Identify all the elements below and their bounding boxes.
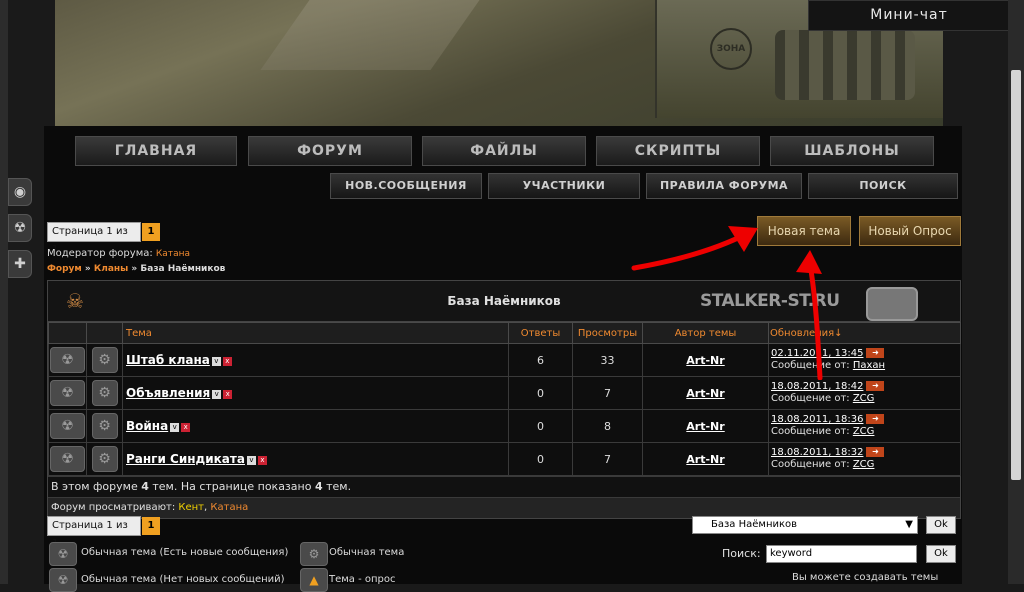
nav-templates[interactable]: ШАБЛОНЫ <box>770 136 934 166</box>
legend-text: Тема - опрос <box>329 574 396 585</box>
delete-icon[interactable]: x <box>257 455 267 465</box>
breadcrumb-clans[interactable]: Кланы <box>94 264 128 274</box>
moderator-line: Модератор форума: Катана <box>47 248 190 259</box>
nav-home[interactable]: ГЛАВНАЯ <box>75 136 237 166</box>
last-post-user[interactable]: ZCG <box>853 459 875 470</box>
page-1-button-bottom[interactable]: 1 <box>142 517 160 535</box>
left-panel <box>0 0 8 584</box>
viewer-link[interactable]: Кент <box>178 502 204 513</box>
goto-last-post-icon[interactable]: ➜ <box>866 414 885 424</box>
topic-link[interactable]: Война <box>126 419 168 433</box>
delete-icon[interactable]: x <box>223 389 233 399</box>
goto-last-post-icon[interactable]: ➜ <box>866 348 885 358</box>
nav-files[interactable]: ФАЙЛЫ <box>422 136 586 166</box>
chevron-down-icon: ▼ <box>905 519 913 530</box>
legend-text: Обычная тема (Есть новые сообщения) <box>81 547 289 558</box>
topic-type-icon: ⚙ <box>91 347 118 373</box>
radiation-icon[interactable]: ☢ <box>8 214 32 242</box>
jump-ok-button[interactable]: Ok <box>926 516 956 534</box>
new-poll-button[interactable]: Новый Опрос <box>859 216 961 246</box>
col-replies[interactable]: Ответы <box>508 322 573 344</box>
breadcrumb-current: База Наёмников <box>140 264 226 274</box>
mark-icon[interactable]: v <box>212 389 222 399</box>
topic-status-icon: ☢ <box>50 347 85 373</box>
page-1-button[interactable]: 1 <box>142 223 160 241</box>
side-toolbar: ◉ ☢ ✚ <box>8 178 32 286</box>
topic-status-icon: ☢ <box>50 446 85 472</box>
zona-badge: ЗОНА <box>710 28 752 70</box>
last-post-date[interactable]: 18.08.2011, 18:36 <box>771 414 863 425</box>
mark-icon[interactable]: v <box>211 356 221 366</box>
permissions-text: Вы можете создавать темы <box>792 572 939 583</box>
col-topic[interactable]: Тема <box>122 322 509 344</box>
moderator-name[interactable]: Катана <box>156 249 190 259</box>
author-link[interactable]: Art-Nr <box>642 376 769 410</box>
last-post-user[interactable]: ZCG <box>853 393 875 404</box>
nav-new-posts[interactable]: НОВ.СООБЩЕНИЯ <box>330 173 482 199</box>
nav-search[interactable]: ПОИСК <box>808 173 958 199</box>
viewers-line: Форум просматривают: Кент, Катана <box>48 497 960 518</box>
topic-link[interactable]: Штаб клана <box>126 353 210 367</box>
last-post-user[interactable]: ZCG <box>853 426 875 437</box>
forum-jump-select[interactable]: База Наёмников ▼ <box>692 516 918 534</box>
topic-status-icon: ☢ <box>50 380 85 406</box>
topic-type-icon: ⚙ <box>91 413 118 439</box>
last-post-date[interactable]: 18.08.2011, 18:32 <box>771 447 863 458</box>
goto-last-post-icon[interactable]: ➜ <box>866 447 885 457</box>
pagination-label: Страница 1 из 1 <box>47 222 141 255</box>
forum-summary: В этом форуме 4 тем. На странице показан… <box>48 476 960 497</box>
table-row: ☢ ⚙ Ранги Синдиката v x 0 7 Art-Nr 18.08.2… <box>48 442 961 476</box>
table-row: ☢ ⚙ Война v x 0 8 Art-Nr 18.08.2011, 18:36… <box>48 409 961 443</box>
author-link[interactable]: Art-Nr <box>642 409 769 443</box>
search-input[interactable]: keyword <box>766 545 917 563</box>
table-row: ☢ ⚙ Объявления v x 0 7 Art-Nr 18.08.2011, … <box>48 376 961 410</box>
legend-text: Обычная тема <box>329 547 405 558</box>
topic-status-icon: ☢ <box>50 413 85 439</box>
mark-icon[interactable]: v <box>246 455 256 465</box>
goto-last-post-icon[interactable]: ➜ <box>866 381 885 391</box>
last-post-user[interactable]: Пахан <box>853 360 885 371</box>
eye-icon[interactable]: ◉ <box>8 178 32 206</box>
legend-normal-icon: ⚙ <box>300 542 328 566</box>
moderator-label: Модератор форума: <box>47 248 153 259</box>
mark-icon[interactable]: v <box>170 422 180 432</box>
last-post-date[interactable]: 18.08.2011, 18:42 <box>771 381 863 392</box>
nav-members[interactable]: УЧАСТНИКИ <box>488 173 640 199</box>
nav-rules[interactable]: ПРАВИЛА ФОРУМА <box>646 173 802 199</box>
nav-forum[interactable]: ФОРУМ <box>248 136 412 166</box>
legend-new-icon: ☢ <box>49 542 77 566</box>
search-label: Поиск: <box>722 547 761 560</box>
legend-poll-icon: ▲ <box>300 568 328 592</box>
legend-text: Обычная тема (Нет новых сообщений) <box>81 574 285 585</box>
delete-icon[interactable]: x <box>222 356 232 366</box>
topic-link[interactable]: Объявления <box>126 386 210 400</box>
breadcrumb-forum[interactable]: Форум <box>47 264 82 274</box>
search-ok-button[interactable]: Ok <box>926 545 956 563</box>
plus-icon[interactable]: ✚ <box>8 250 32 278</box>
topic-type-icon: ⚙ <box>91 446 118 472</box>
scrollbar-thumb[interactable] <box>1011 70 1021 480</box>
nav-scripts[interactable]: СКРИПТЫ <box>596 136 760 166</box>
minichat-tab[interactable]: Мини-чат <box>808 0 1010 31</box>
legend-old-icon: ☢ <box>49 568 77 592</box>
viewer-link[interactable]: Катана <box>210 502 248 513</box>
device-icon <box>866 287 918 321</box>
author-link[interactable]: Art-Nr <box>642 442 769 476</box>
delete-icon[interactable]: x <box>181 422 191 432</box>
topic-link[interactable]: Ранги Синдиката <box>126 452 245 466</box>
breadcrumb: Форум » Кланы » База Наёмников <box>47 264 226 274</box>
scrollbar[interactable] <box>1008 0 1024 584</box>
topic-type-icon: ⚙ <box>91 380 118 406</box>
pagination-label-bottom: Страница 1 из 1 <box>47 516 141 549</box>
red-arrow-annotation <box>631 226 823 380</box>
